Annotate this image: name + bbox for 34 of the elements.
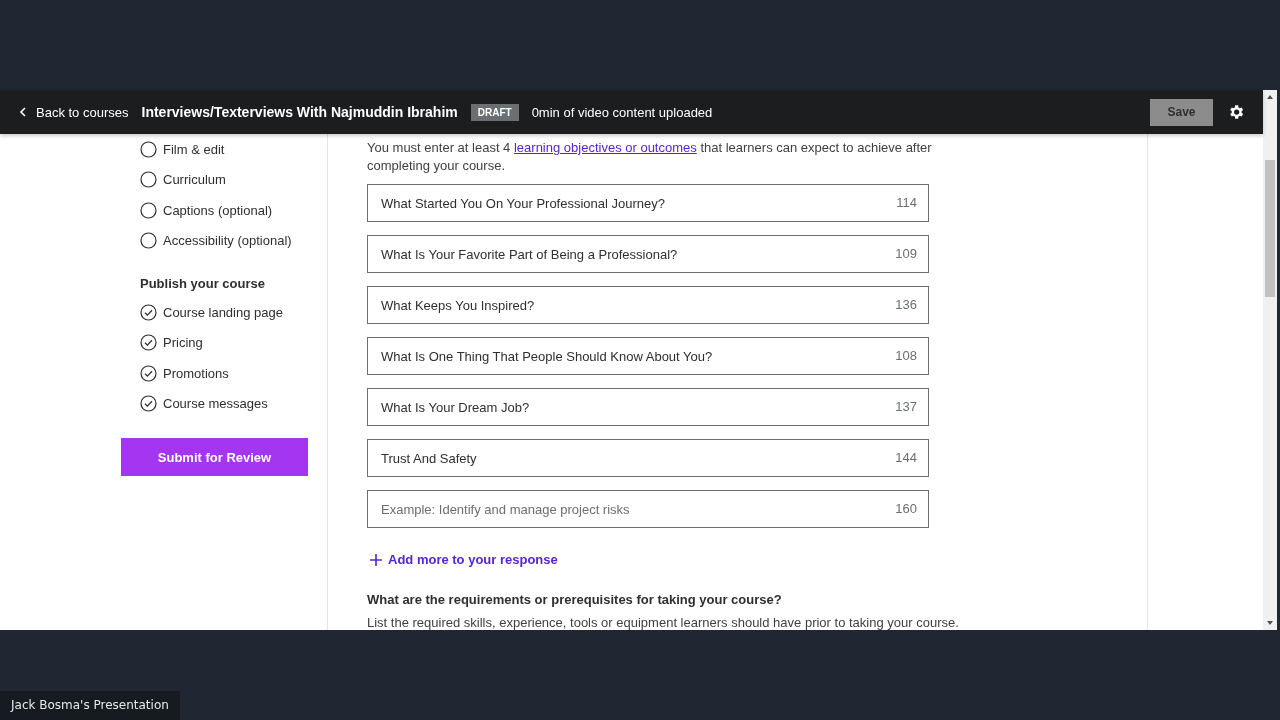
sidebar-item[interactable]: Captions (optional): [163, 202, 273, 218]
presenter-label: Jack Bosma's Presentation: [0, 691, 180, 720]
status-badge: DRAFT: [470, 103, 519, 121]
character-count: 114: [896, 196, 917, 210]
scroll-up-icon[interactable]: [1266, 93, 1274, 101]
character-count: 137: [895, 400, 917, 414]
sidebar-item[interactable]: Course messages: [163, 396, 268, 412]
character-count: 108: [895, 349, 917, 363]
section-heading: Publish your course: [140, 276, 266, 291]
character-count: 144: [895, 451, 917, 465]
back-link[interactable]: Back to courses: [18, 104, 129, 120]
question-hint: List the required skills, experience, tools or equipment learners should have prior to taking your course.: [367, 615, 960, 630]
objectives-link[interactable]: learning objectives or outcomes: [513, 140, 697, 155]
scrollbar[interactable]: [1263, 90, 1277, 630]
save-button[interactable]: Save: [1150, 98, 1213, 126]
sidebar-item[interactable]: Course landing page: [163, 304, 283, 320]
scroll-down-icon[interactable]: [1266, 619, 1274, 627]
character-count: 136: [895, 298, 917, 312]
sidebar-item[interactable]: Promotions: [163, 365, 229, 381]
character-count: 160: [895, 502, 917, 516]
video-info: 0min of video content uploaded: [531, 104, 713, 120]
plus-icon: [370, 553, 382, 566]
submit-button[interactable]: Submit for Review: [121, 438, 308, 476]
scroll-thumb[interactable]: [1265, 160, 1275, 297]
course-title: Interviews/Texterviews With Najmuddin Ibrahim: [141, 104, 458, 120]
add-more-button[interactable]: Add more to your response: [367, 552, 558, 567]
character-count: 109: [895, 247, 917, 261]
sidebar-item[interactable]: Film & edit: [163, 141, 225, 157]
sidebar-item[interactable]: Pricing: [163, 335, 203, 351]
chevron-left-icon: [18, 107, 28, 117]
instruction-text: You must enter at least 4 learning objectives or outcomes that learners can expect to achieve after completing your course.: [367, 139, 933, 175]
question-heading: What are the requirements or prerequisites for taking your course?: [367, 592, 783, 607]
sidebar-item[interactable]: Curriculum: [163, 172, 226, 188]
sidebar-item[interactable]: Accessibility (optional): [163, 233, 292, 249]
